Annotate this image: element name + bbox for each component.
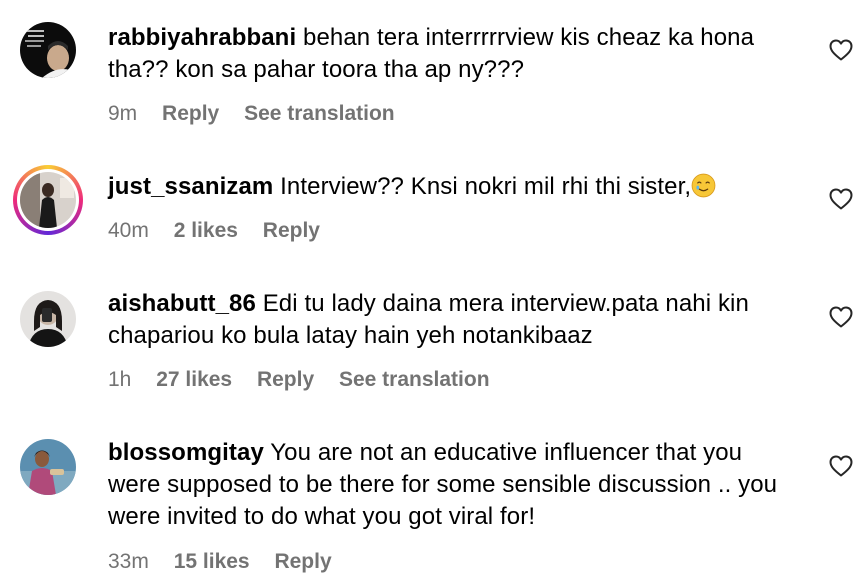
likes-count[interactable]: 15 likes [174, 550, 250, 573]
heart-outline-icon[interactable] [829, 455, 853, 477]
comment-meta: 40m 2 likes Reply [108, 218, 339, 244]
comment-username[interactable]: rabbiyahrabbani [108, 24, 296, 51]
comment-meta: 9m Reply See translation [108, 101, 414, 127]
avatar[interactable] [20, 22, 76, 78]
heart-outline-icon[interactable] [829, 188, 853, 210]
heart-outline-icon[interactable] [829, 306, 853, 328]
see-translation-button[interactable]: See translation [339, 368, 490, 391]
reply-button[interactable]: Reply [274, 550, 331, 573]
reply-button[interactable]: Reply [257, 368, 314, 391]
comment-username[interactable]: just_ssanizam [108, 173, 273, 200]
heart-outline-icon[interactable] [829, 39, 853, 61]
avatar[interactable] [20, 439, 76, 495]
reply-button[interactable]: Reply [162, 102, 219, 125]
comment-username[interactable]: blossomgitay [108, 439, 264, 466]
comment-body: Interview?? Knsi nokri mil rhi thi siste… [280, 173, 692, 200]
likes-count[interactable]: 2 likes [174, 219, 238, 242]
reply-button[interactable]: Reply [263, 219, 320, 242]
see-translation-button[interactable]: See translation [244, 102, 395, 125]
avatar-story-ring[interactable] [13, 165, 83, 235]
comment-time: 33m [108, 550, 149, 573]
comment-time: 40m [108, 219, 149, 242]
likes-count[interactable]: 27 likes [156, 368, 232, 391]
smiling-face-with-tear-emoji [691, 173, 716, 198]
avatar [20, 172, 76, 228]
comment-text: just_ssanizam Interview?? Knsi nokri mil… [108, 171, 798, 203]
comment-meta: 33m 15 likes Reply [108, 549, 351, 575]
avatar[interactable] [20, 291, 76, 347]
comment-time: 9m [108, 102, 138, 125]
comment-text: aishabutt_86 Edi tu lady daina mera inte… [108, 288, 798, 352]
comment-time: 1h [108, 368, 132, 391]
comment-text: blossomgitay You are not an educative in… [108, 437, 798, 533]
comment-username[interactable]: aishabutt_86 [108, 290, 256, 317]
comment-meta: 1h 27 likes Reply See translation [108, 367, 509, 393]
comment-text: rabbiyahrabbani behan tera interrrrrview… [108, 22, 798, 86]
